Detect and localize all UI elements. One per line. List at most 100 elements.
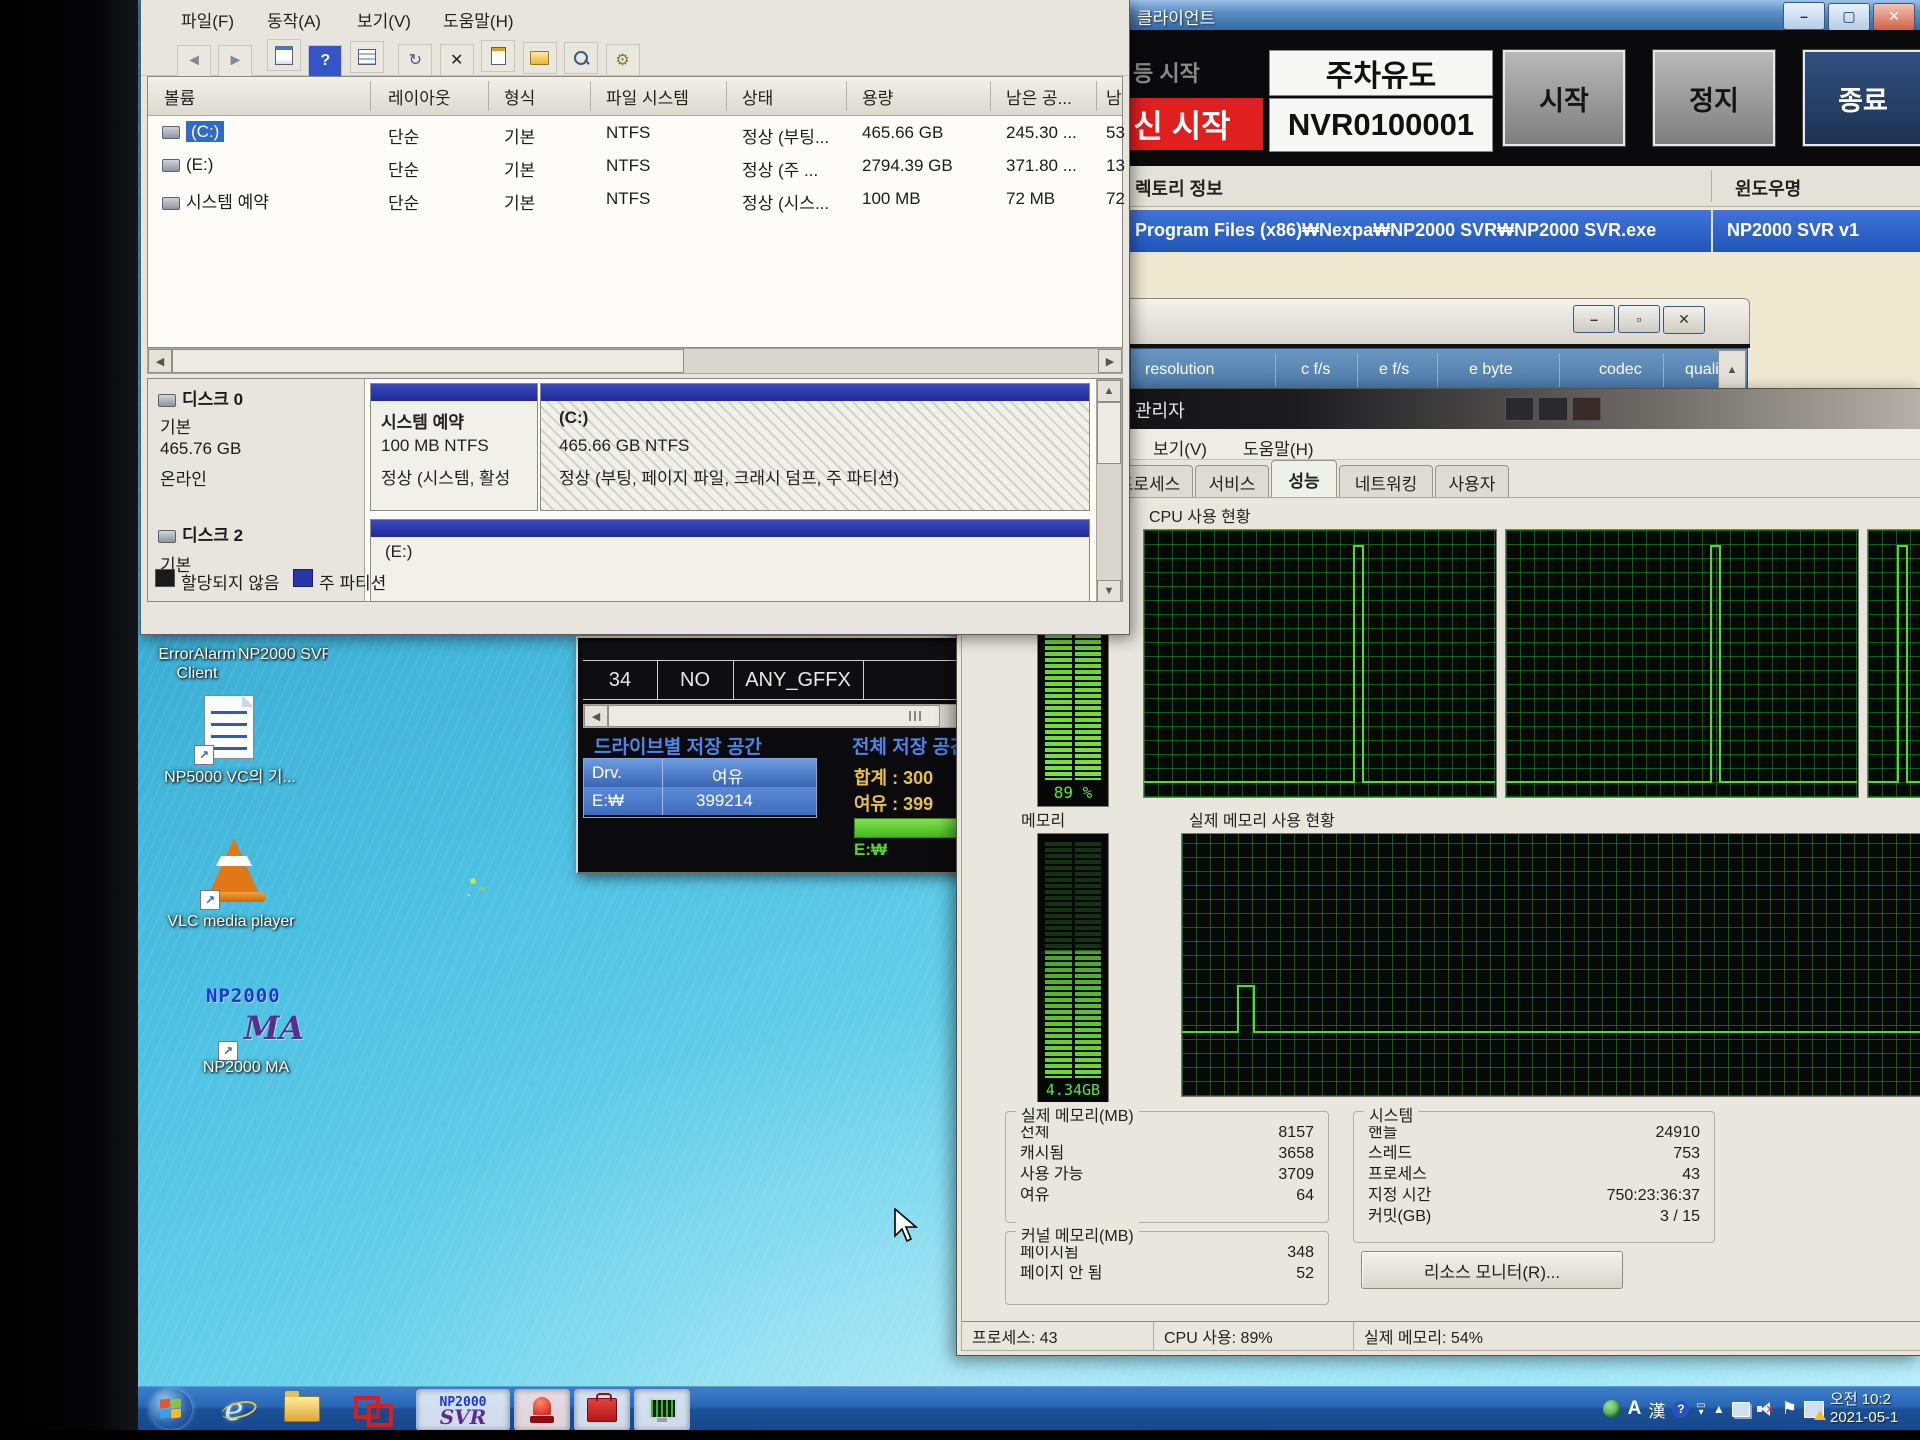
back-icon[interactable]: ◄ [177,45,211,77]
ime-toolbar-icon[interactable]: ▭▾ [1696,1398,1705,1420]
col-filesystem[interactable]: 파일 시스템 [606,77,689,115]
minimize-icon[interactable]: – [1573,305,1615,333]
partition-c[interactable]: (C:) 465.66 GB NTFS 정상 (부팅, 페이지 파일, 크래시 … [540,383,1090,511]
desktop-icon-erroralarm-label[interactable]: ErrorAlarm Client [147,645,247,683]
ime-globe-icon[interactable] [1603,1398,1621,1420]
start-button[interactable] [150,1389,192,1429]
shortcut-arrow-icon: ↗ [194,745,214,765]
svr-hscrollbar[interactable]: ◀ [583,704,959,728]
taskbar-np2000svr-button[interactable]: NP2000 SVR [416,1389,510,1431]
menu-action[interactable]: 동작(A) [257,4,331,35]
stat-label: 스레드 [1368,1143,1412,1164]
dm-list-hscrollbar[interactable]: ◀ ▶ [147,348,1123,374]
grid-window-fragment: –▫✕ resolution c f/s e f/s e byte codec … [1078,298,1750,392]
minimize-icon[interactable]: – [1783,2,1825,30]
col-status[interactable]: 상태 [742,77,773,115]
disk0-label[interactable]: 디스크 0 기본 465.76 GB 온라인 [148,379,365,514]
directory-row[interactable]: Program Files (x86)₩Nexpa₩NP2000 SVR₩NP2… [1103,210,1920,252]
scroll-up-icon[interactable]: ▲ [1718,350,1746,390]
volume-row-e[interactable]: (E:) 단순 기본 NTFS 정상 (주 ... 2794.39 GB 371… [148,148,1122,181]
open-folder-icon[interactable] [523,42,557,74]
console-tree-icon[interactable] [267,39,301,71]
refresh-icon[interactable]: ↻ [398,44,432,76]
network-icon[interactable] [1732,1398,1750,1420]
nvr-titlebar[interactable]: 클라이언트 –▢✕ [1101,0,1920,30]
menu-view[interactable]: 보기(V) [347,4,421,35]
scrollbar-thumb[interactable] [608,705,940,727]
tray-expand-icon[interactable]: ▲ [1713,1398,1725,1420]
taskbar-ie-button[interactable]: e [210,1389,258,1429]
bar-drive-label: E:₩ [854,840,887,860]
desktop-icon-np5000[interactable]: ↗ [196,695,262,763]
volume-row-c[interactable]: (C:) 단순 기본 NTFS 정상 (부팅... 465.66 GB 245.… [148,115,1122,148]
delete-icon[interactable]: ✕ [440,44,474,76]
stat-value: 3 / 15 [1660,1206,1700,1227]
col-ebyte[interactable]: e byte [1469,349,1513,391]
taskbar-alarm-button[interactable] [514,1389,570,1431]
search-icon[interactable] [564,42,598,74]
col-resolution[interactable]: resolution [1145,349,1214,391]
scroll-up-icon[interactable]: ▲ [1097,380,1121,402]
menu-help[interactable]: 도움말(H) [433,4,524,35]
col-codec[interactable]: codec [1599,349,1642,391]
status-processes: 프로세스: 43 [961,1321,1161,1351]
grid-titlebar[interactable]: –▫✕ [1078,298,1750,346]
ime-language-label[interactable]: A [1628,1398,1642,1420]
cell-layout: 단순 [388,123,419,148]
drive-table-row[interactable]: E:₩ 399214 [584,787,816,815]
tab-performance[interactable]: 성능 [1271,460,1337,498]
volume-muted-icon[interactable]: ✕ [1757,1398,1775,1420]
scrollbar-thumb[interactable] [1097,402,1121,464]
tray-clock[interactable]: 오전 10:2 2021-05-1 [1830,1391,1920,1427]
help-icon[interactable]: ? [308,45,342,77]
taskbar-taskmgr-button[interactable] [634,1389,690,1431]
col-volume[interactable]: 볼륨 [164,77,195,115]
properties-icon[interactable] [481,40,515,72]
ime-hanja-label[interactable]: 漢 [1648,1398,1665,1420]
col-efs[interactable]: e f/s [1379,349,1409,391]
col-free-pct[interactable]: 남 [1106,77,1122,115]
desktop-icon-np2000svr-label[interactable]: NP2000 SVR [238,645,328,664]
disk-name: 디스크 2 [182,526,243,545]
maximize-icon[interactable]: ▢ [1828,3,1870,31]
desktop-icon-vlc-label[interactable]: VLC media player [166,912,296,931]
svr-table-row[interactable]: 34 NO ANY_GFFX [583,661,957,700]
col-capacity[interactable]: 용량 [862,77,893,115]
restore-icon[interactable]: ▫ [1618,305,1660,333]
col-layout[interactable]: 레이아웃 [388,77,451,115]
settings-icon[interactable]: ⚙ [606,44,640,76]
volume-row-system-reserved[interactable]: 시스템 예약 단순 기본 NTFS 정상 (시스... 100 MB 72 MB… [148,181,1122,214]
taskmgr-caption-buttons[interactable] [1505,397,1601,421]
stop-button[interactable]: 정지 [1653,50,1775,146]
warning-monitor-icon[interactable] [1804,1398,1824,1420]
desktop-icon-np5000-label[interactable]: NP5000 VC의 기... [160,768,300,787]
ime-help-icon[interactable]: ? [1672,1398,1689,1420]
partition-system-reserved[interactable]: 시스템 예약 100 MB NTFS 정상 (시스템, 활성 [370,383,538,511]
close-icon[interactable]: ✕ [1663,306,1705,334]
menu-file[interactable]: 파일(F) [171,4,244,35]
taskbar-remote-button[interactable] [346,1389,398,1429]
disk-name: 디스크 0 [182,390,243,409]
taskbar-explorer-button[interactable] [278,1389,326,1429]
col-free[interactable]: 남은 공... [1006,77,1072,115]
close-icon[interactable]: ✕ [1873,3,1915,31]
action-center-flag-icon[interactable]: ⚑ [1782,1398,1797,1420]
tab-networking[interactable]: 네트워킹 [1339,465,1433,498]
forward-icon[interactable]: ► [218,45,252,77]
detail-view-icon[interactable] [350,41,384,73]
col-cfs[interactable]: c f/s [1301,349,1330,391]
scroll-left-icon[interactable]: ◀ [584,705,608,727]
col-type[interactable]: 형식 [504,77,535,115]
scroll-left-icon[interactable]: ◀ [148,349,172,373]
desktop-icon-np2000ma-label[interactable]: NP2000 MA [166,1058,326,1077]
tab-users[interactable]: 사용자 [1435,465,1509,498]
desktop-icon-vlc[interactable]: ↗ [202,838,266,908]
scroll-right-icon[interactable]: ▶ [1098,349,1122,373]
scrollbar-thumb[interactable] [172,349,684,373]
start-button[interactable]: 시작 [1503,50,1625,146]
resource-monitor-button[interactable]: 리소스 모니터(R)... [1361,1251,1623,1289]
memory-history-label: 실제 메모리 사용 현황 [1189,807,1335,831]
tab-services[interactable]: 서비스 [1195,465,1269,498]
taskbar-diskmgmt-button[interactable] [574,1389,630,1431]
exit-button[interactable]: 종료 [1803,50,1920,146]
